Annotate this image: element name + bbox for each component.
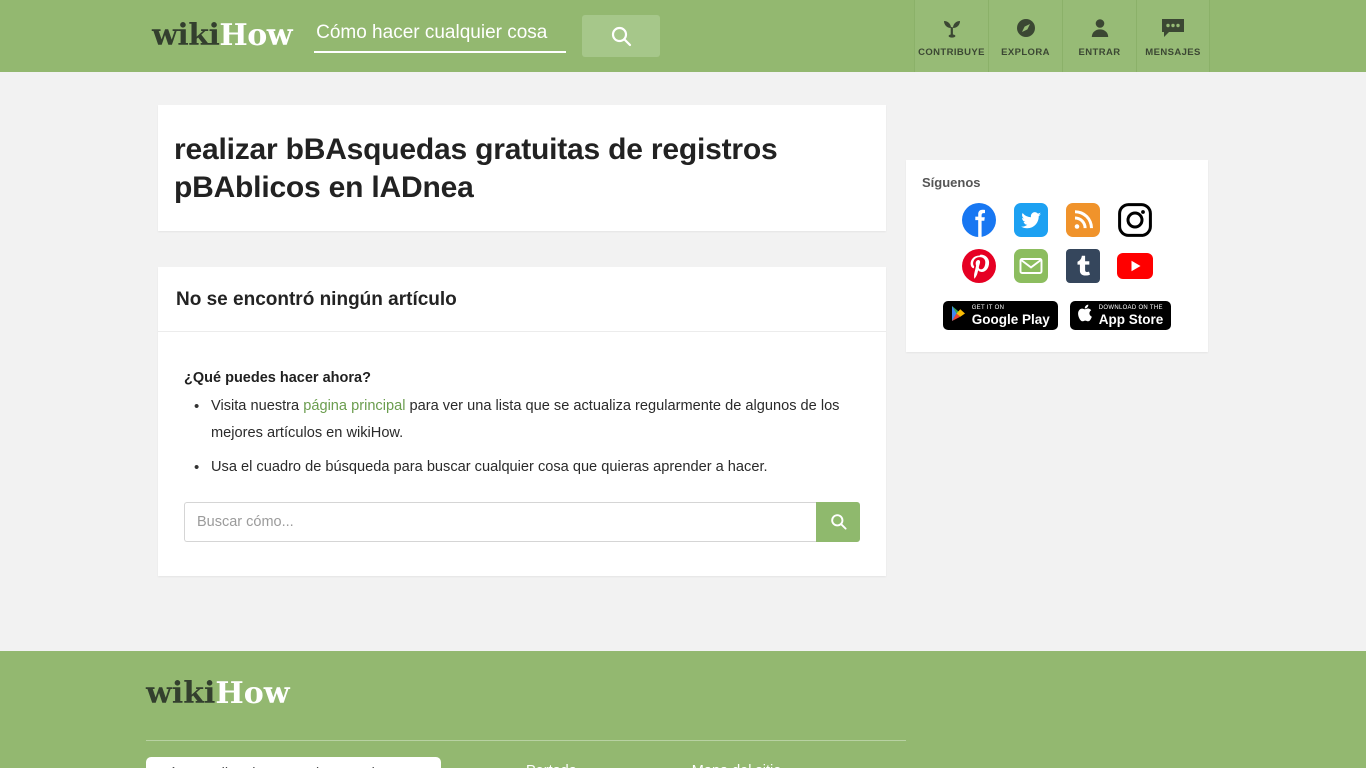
- list-item: Usa el cuadro de búsqueda para buscar cu…: [184, 454, 868, 481]
- footer-links: Portada Mapa del sitio: [526, 763, 781, 768]
- sidebar-title: Síguenos: [922, 175, 981, 190]
- no-results-heading: No se encontró ningún artículo: [176, 288, 457, 310]
- footer-search-box[interactable]: Cómo realizar bBAsquedas gratuits: [146, 757, 441, 768]
- logo-how-text: How: [219, 18, 293, 53]
- footer-logo[interactable]: wikiHow: [146, 651, 1366, 709]
- google-play-icon: [951, 305, 966, 327]
- header-search-input[interactable]: Cómo hacer cualquier cosa: [314, 19, 567, 53]
- content-search: [184, 501, 860, 542]
- header-search-placeholder: Cómo hacer cualquier cosa: [316, 22, 548, 43]
- message-bubble-icon: [1160, 14, 1186, 42]
- app-store-badge[interactable]: Download on the App Store: [1069, 301, 1172, 330]
- app-store-text: Download on the App Store: [1099, 305, 1164, 327]
- results-card: No se encontró ningún artículo ¿Qué pued…: [158, 266, 886, 576]
- bullet-text-pre: Visita nuestra: [211, 397, 304, 414]
- email-icon[interactable]: [1013, 248, 1049, 284]
- search-input[interactable]: [184, 501, 816, 542]
- search-icon: [830, 514, 847, 530]
- badge-big-text: App Store: [1098, 311, 1164, 327]
- nav-item-entrar[interactable]: ENTRAR: [1062, 0, 1136, 72]
- header-search: Cómo hacer cualquier cosa: [314, 15, 661, 57]
- youtube-icon[interactable]: [1117, 248, 1153, 284]
- badge-small-text: Download on the: [1098, 304, 1163, 311]
- results-header: No se encontró ningún artículo: [158, 267, 886, 332]
- title-card: realizar bBAsquedas gratuitas de registr…: [158, 105, 886, 231]
- social-icons-grid: [906, 202, 1208, 284]
- header-search-button[interactable]: [582, 15, 661, 57]
- footer-logo-how-text: How: [215, 676, 290, 711]
- nav-label: ENTRAR: [1078, 47, 1121, 58]
- what-can-you-do-heading: ¿Qué puedes hacer ahora?: [184, 369, 371, 386]
- site-footer: wikiHow Cómo realizar bBAsquedas gratuit…: [0, 651, 1366, 768]
- main-page-link[interactable]: página principal: [303, 398, 405, 414]
- footer-logo-wiki-text: wiki: [146, 676, 216, 711]
- pinterest-icon[interactable]: [961, 248, 997, 284]
- search-submit-button[interactable]: [816, 501, 860, 542]
- bullet-text-pre: Usa el cuadro de búsqueda para buscar cu…: [211, 458, 768, 475]
- social-row-1: [961, 202, 1153, 238]
- page-title: realizar bBAsquedas gratuitas de registr…: [174, 133, 778, 204]
- tumblr-icon[interactable]: [1065, 248, 1101, 284]
- nav-label: CONTRIBUYE: [918, 47, 985, 58]
- twitter-icon[interactable]: [1013, 202, 1049, 238]
- list-item: Visita nuestra página principal para ver…: [184, 393, 868, 447]
- badge-big-text: Google Play: [971, 311, 1050, 327]
- apple-icon: [1077, 304, 1093, 327]
- footer-link-portada[interactable]: Portada: [526, 763, 577, 768]
- rss-icon[interactable]: [1065, 202, 1101, 238]
- user-icon: [1088, 14, 1112, 42]
- suggestions-list: Visita nuestra página principal para ver…: [184, 393, 868, 481]
- footer-divider: [146, 740, 906, 741]
- social-row-2: [961, 248, 1153, 284]
- sprout-icon: [940, 14, 964, 42]
- logo-wiki-text: wiki: [152, 18, 220, 53]
- footer-link-mapa-del-sitio[interactable]: Mapa del sitio: [692, 763, 781, 768]
- results-body: ¿Qué puedes hacer ahora? Visita nuestra …: [158, 332, 886, 576]
- site-logo[interactable]: wikiHow: [152, 18, 293, 53]
- nav-label: MENSAJES: [1145, 47, 1201, 58]
- facebook-icon[interactable]: [961, 202, 997, 238]
- footer-row: Cómo realizar bBAsquedas gratuits Portad…: [146, 757, 1366, 768]
- follow-us-sidebar: Síguenos GET IT ON Google Play DOWNLOAD …: [906, 160, 1208, 352]
- search-icon: [611, 26, 632, 47]
- nav-item-mensajes[interactable]: MENSAJES: [1136, 0, 1210, 72]
- app-store-badges: GET IT ON Google Play Download on the Ap…: [906, 301, 1208, 330]
- nav-label: EXPLORA: [1001, 47, 1050, 58]
- site-header: wikiHow Cómo hacer cualquier cosa CONTRI…: [0, 0, 1366, 72]
- nav-item-contribuye[interactable]: CONTRIBUYE: [914, 0, 988, 72]
- header-nav: CONTRIBUYE EXPLORA ENTRAR MENSAJES: [914, 0, 1210, 72]
- page-body: realizar bBAsquedas gratuitas de registr…: [0, 72, 1366, 651]
- google-play-text: GET IT ON Google Play: [972, 305, 1050, 327]
- instagram-icon[interactable]: [1117, 202, 1153, 238]
- compass-icon: [1014, 14, 1038, 42]
- badge-small-text: GET IT ON: [971, 304, 1005, 311]
- google-play-badge[interactable]: GET IT ON Google Play: [942, 301, 1058, 330]
- content-column: realizar bBAsquedas gratuitas de registr…: [158, 105, 886, 576]
- nav-item-explora[interactable]: EXPLORA: [988, 0, 1062, 72]
